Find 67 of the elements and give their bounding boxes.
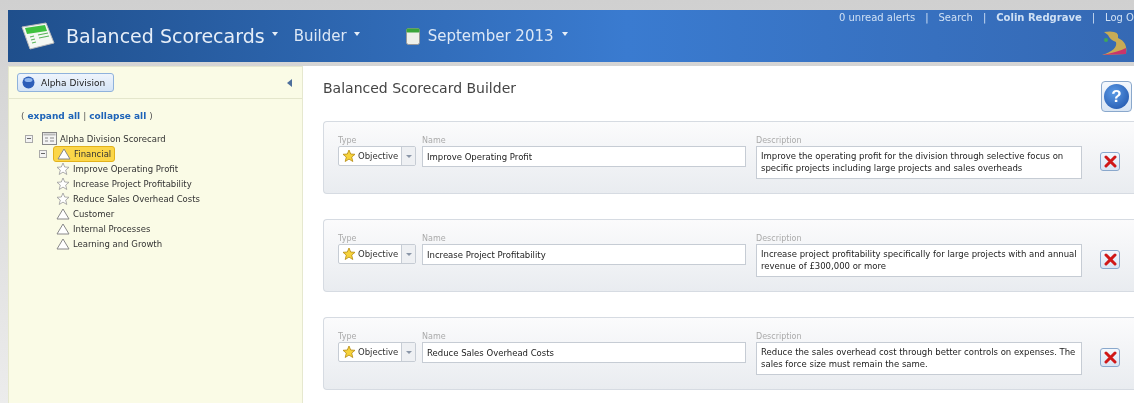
delete-button[interactable]	[1100, 152, 1120, 171]
collapse-toggle[interactable]	[39, 149, 47, 158]
header-link[interactable]: 0 unread alerts	[838, 12, 916, 23]
name-field[interactable]: Increase Project Profitability	[422, 244, 746, 265]
division-button[interactable]: Alpha Division	[17, 73, 115, 92]
header-link[interactable]: Log O	[1105, 12, 1134, 23]
paren: )	[149, 111, 153, 121]
field-label: Type	[338, 332, 358, 341]
tree-item[interactable]: Learning and Growth	[53, 236, 166, 251]
field-label: Description	[756, 332, 803, 341]
caret-icon[interactable]	[271, 32, 278, 36]
period-selector[interactable]: September 2013	[427, 27, 554, 45]
header-link[interactable]: Search	[938, 12, 973, 23]
delete-button[interactable]	[1100, 348, 1120, 367]
collapse-arrow-icon[interactable]	[287, 78, 292, 87]
description-field[interactable]: Improve the operating profit for the division through selective focus on specific projects including large projects and sales overheads	[756, 146, 1082, 179]
tree-item[interactable]: Financial	[53, 145, 116, 162]
caret-icon[interactable]	[353, 32, 360, 36]
triangle-icon	[57, 147, 71, 160]
field-label: Name	[422, 234, 447, 243]
tree-item[interactable]: Alpha Division Scorecard	[39, 131, 169, 146]
star-outline-icon	[56, 191, 70, 206]
separator: |	[982, 12, 987, 23]
type-dropdown[interactable]: Objective	[338, 244, 416, 264]
collapse-toggle[interactable]	[25, 134, 33, 143]
field-label: Description	[756, 136, 803, 145]
type-dropdown[interactable]: Objective	[338, 342, 416, 362]
name-field[interactable]: Reduce Sales Overhead Costs	[422, 342, 746, 363]
field-label: Description	[756, 234, 803, 243]
globe-icon	[22, 76, 35, 89]
help-button[interactable]: ?	[1101, 81, 1132, 112]
separator: |	[1091, 12, 1096, 23]
type-dropdown[interactable]: Objective	[338, 146, 416, 166]
calendar-icon	[405, 27, 420, 45]
field-label: Name	[422, 332, 447, 341]
field-label: Name	[422, 136, 447, 145]
name-field[interactable]: Improve Operating Profit	[422, 146, 746, 167]
star-outline-icon	[56, 161, 70, 176]
field-label: Type	[338, 234, 358, 243]
expand-all-link[interactable]: expand all	[27, 111, 81, 121]
scorecard-icon	[42, 132, 57, 145]
description-field[interactable]: Increase project profitability specifically for large projects with and annual revenue of £300,000 or more	[756, 244, 1082, 277]
scorecard-logo-icon	[20, 21, 56, 51]
delete-button[interactable]	[1100, 250, 1120, 269]
caret-icon[interactable]	[561, 32, 568, 36]
builder-menu[interactable]: Builder	[293, 27, 347, 45]
separator: |	[83, 111, 87, 121]
app-title[interactable]: Balanced Scorecards	[66, 25, 265, 47]
tree-item[interactable]: Increase Project Profitability	[53, 175, 195, 192]
tree-item[interactable]: Internal Processes	[53, 221, 154, 236]
page-title: Balanced Scorecard Builder	[323, 80, 518, 96]
description-field[interactable]: Reduce the sales overhead cost through better controls on expenses. The sales force size must remain the same.	[756, 342, 1082, 375]
star-icon	[342, 247, 356, 261]
tree-item[interactable]: Reduce Sales Overhead Costs	[53, 190, 203, 207]
separator: |	[925, 12, 929, 23]
star-icon	[342, 149, 356, 163]
triangle-icon	[56, 207, 70, 220]
collapse-all-link[interactable]: collapse all	[89, 111, 147, 121]
tree-item[interactable]: Customer	[53, 206, 118, 221]
star-outline-icon	[56, 176, 70, 191]
tree-item[interactable]: Improve Operating Profit	[53, 160, 182, 177]
triangle-icon	[56, 222, 70, 235]
field-label: Type	[338, 136, 358, 145]
triangle-icon	[56, 237, 70, 250]
user-name[interactable]: Colin Redgrave	[996, 12, 1082, 23]
star-icon	[342, 345, 356, 359]
paren: (	[21, 111, 25, 121]
